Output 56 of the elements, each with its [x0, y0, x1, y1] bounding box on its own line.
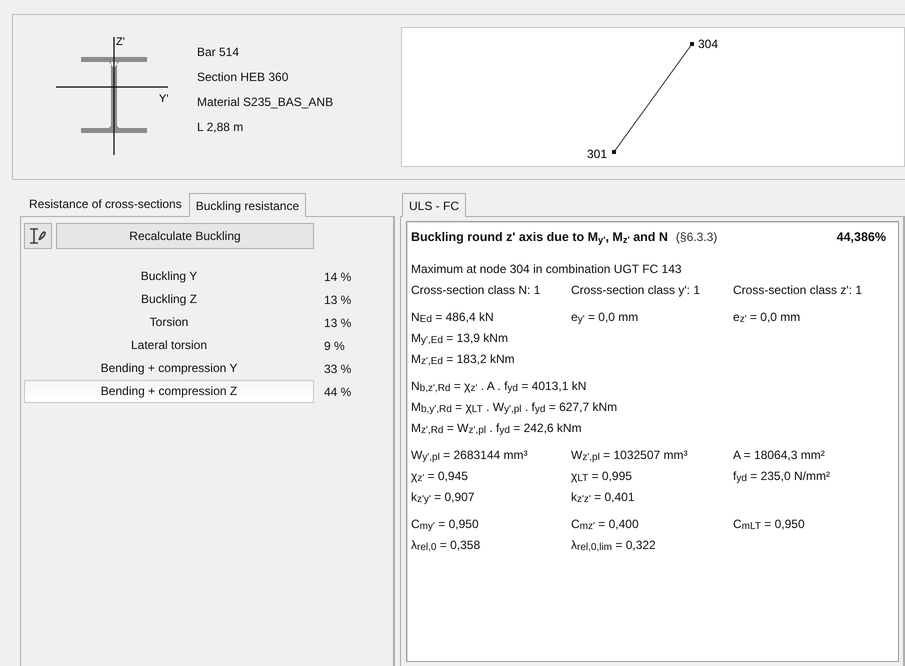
section-edit-icon — [28, 227, 48, 245]
report-value: M$_{z',Ed}$ = 183,2 kNm — [411, 350, 516, 368]
result-item[interactable]: Lateral torsion — [24, 334, 314, 357]
report-value: χ$_{z'}$ = 0,945 — [411, 468, 469, 485]
node-label: 301 — [586, 147, 607, 161]
report-value: f$_{yd}$ = 235,0 N/mm² — [733, 468, 831, 485]
axis-label: Y' — [159, 93, 168, 105]
node-marker — [690, 42, 694, 46]
report-value: λ$_{rel,0}$ = 0,358 — [411, 536, 482, 554]
report-value: M$_{y',Ed}$ = 13,9 kNm — [411, 330, 509, 347]
report-value: k$_{z'z'}$ = 0,401 — [571, 488, 636, 506]
result-item[interactable]: Buckling Y — [24, 265, 314, 288]
report-value: Cross-section class N: 1 — [411, 282, 542, 299]
result-percentage: 13 % — [323, 314, 352, 332]
report-value: A = 18064,3 mm² — [733, 446, 826, 464]
report-value: W$_{y',pl}$ = 2683144 mm³ — [411, 446, 529, 464]
report-value: χ$_{LT}$ = 0,995 — [571, 468, 633, 485]
result-item[interactable]: Buckling Z — [24, 288, 314, 311]
report-value: k$_{z'y'}$ = 0,907 — [411, 488, 476, 506]
report-value: e$_{z'}$ = 0,0 mm — [733, 308, 802, 326]
bar-info-text: Section HEB 360 — [197, 69, 290, 86]
report-value: C$_{mLT}$ = 0,950 — [733, 516, 806, 533]
report-value: M$_{z',Rd}$ = W$_{z',pl}$ . f$_{yd}$ = 242,6 kNm — [411, 420, 583, 437]
result-percentage: 13 % — [323, 292, 352, 308]
result-item[interactable]: Torsion — [24, 311, 314, 334]
report-value: λ$_{rel,0,lim}$ = 0,322 — [571, 536, 657, 554]
report-value: N$_{b,z',Rd}$ = χ$_{z'}$ . A . f$_{yd}$ = 4013,1 kN — [411, 378, 588, 395]
report-value: e$_{y'}$ = 0,0 mm — [571, 308, 640, 326]
result-item[interactable]: Bending + compression Y — [24, 357, 314, 380]
report-value: M$_{b,y',Rd}$ = χ$_{LT}$ . W$_{y',pl}$ . f$_{yd}$ = 627,7 kNm — [411, 398, 618, 416]
axis-label: Z' — [116, 36, 125, 48]
report-value: Cross-section class y': 1 — [571, 282, 701, 299]
report-value: Cross-section class z': 1 — [733, 282, 863, 299]
recalculate-button[interactable]: Recalculate Buckling — [56, 223, 314, 249]
utilization-ratio: 44,386% — [836, 229, 886, 246]
node-label: 304 — [698, 37, 718, 51]
tab[interactable]: ULS - FC — [402, 193, 466, 217]
node-marker — [612, 150, 616, 154]
bar-info-text: Bar 514 — [197, 44, 240, 61]
report-value: W$_{z',pl}$ = 1032507 mm³ — [571, 446, 689, 464]
report-value: Maximum at node 304 in combination UGT FC 143 — [411, 260, 683, 278]
report-value: N$_{Ed}$ = 486,4 kN — [411, 308, 495, 326]
result-percentage: 14 % — [323, 268, 352, 286]
section-properties-icon-button[interactable] — [24, 223, 52, 249]
tab[interactable]: Buckling resistance — [188, 193, 306, 217]
result-percentage: 9 % — [323, 338, 345, 354]
tab[interactable]: Resistance of cross-sections — [22, 192, 189, 216]
report-value: C$_{my'}$ = 0,950 — [411, 516, 480, 533]
report-value: C$_{mz'}$ = 0,400 — [571, 516, 640, 533]
report-title: Buckling round z' axis due to M$_{y'}$, M$_{z'}$ and N — [411, 229, 668, 247]
result-percentage: 44 % — [323, 384, 352, 400]
result-item[interactable]: Bending + compression Z — [24, 380, 314, 403]
clause-reference: (§6.3.3) — [676, 229, 718, 246]
bar-info-text: Material S235_BAS_ANB — [197, 94, 334, 111]
bar-info-text: L 2,88 m — [197, 119, 244, 136]
result-percentage: 33 % — [323, 360, 352, 378]
